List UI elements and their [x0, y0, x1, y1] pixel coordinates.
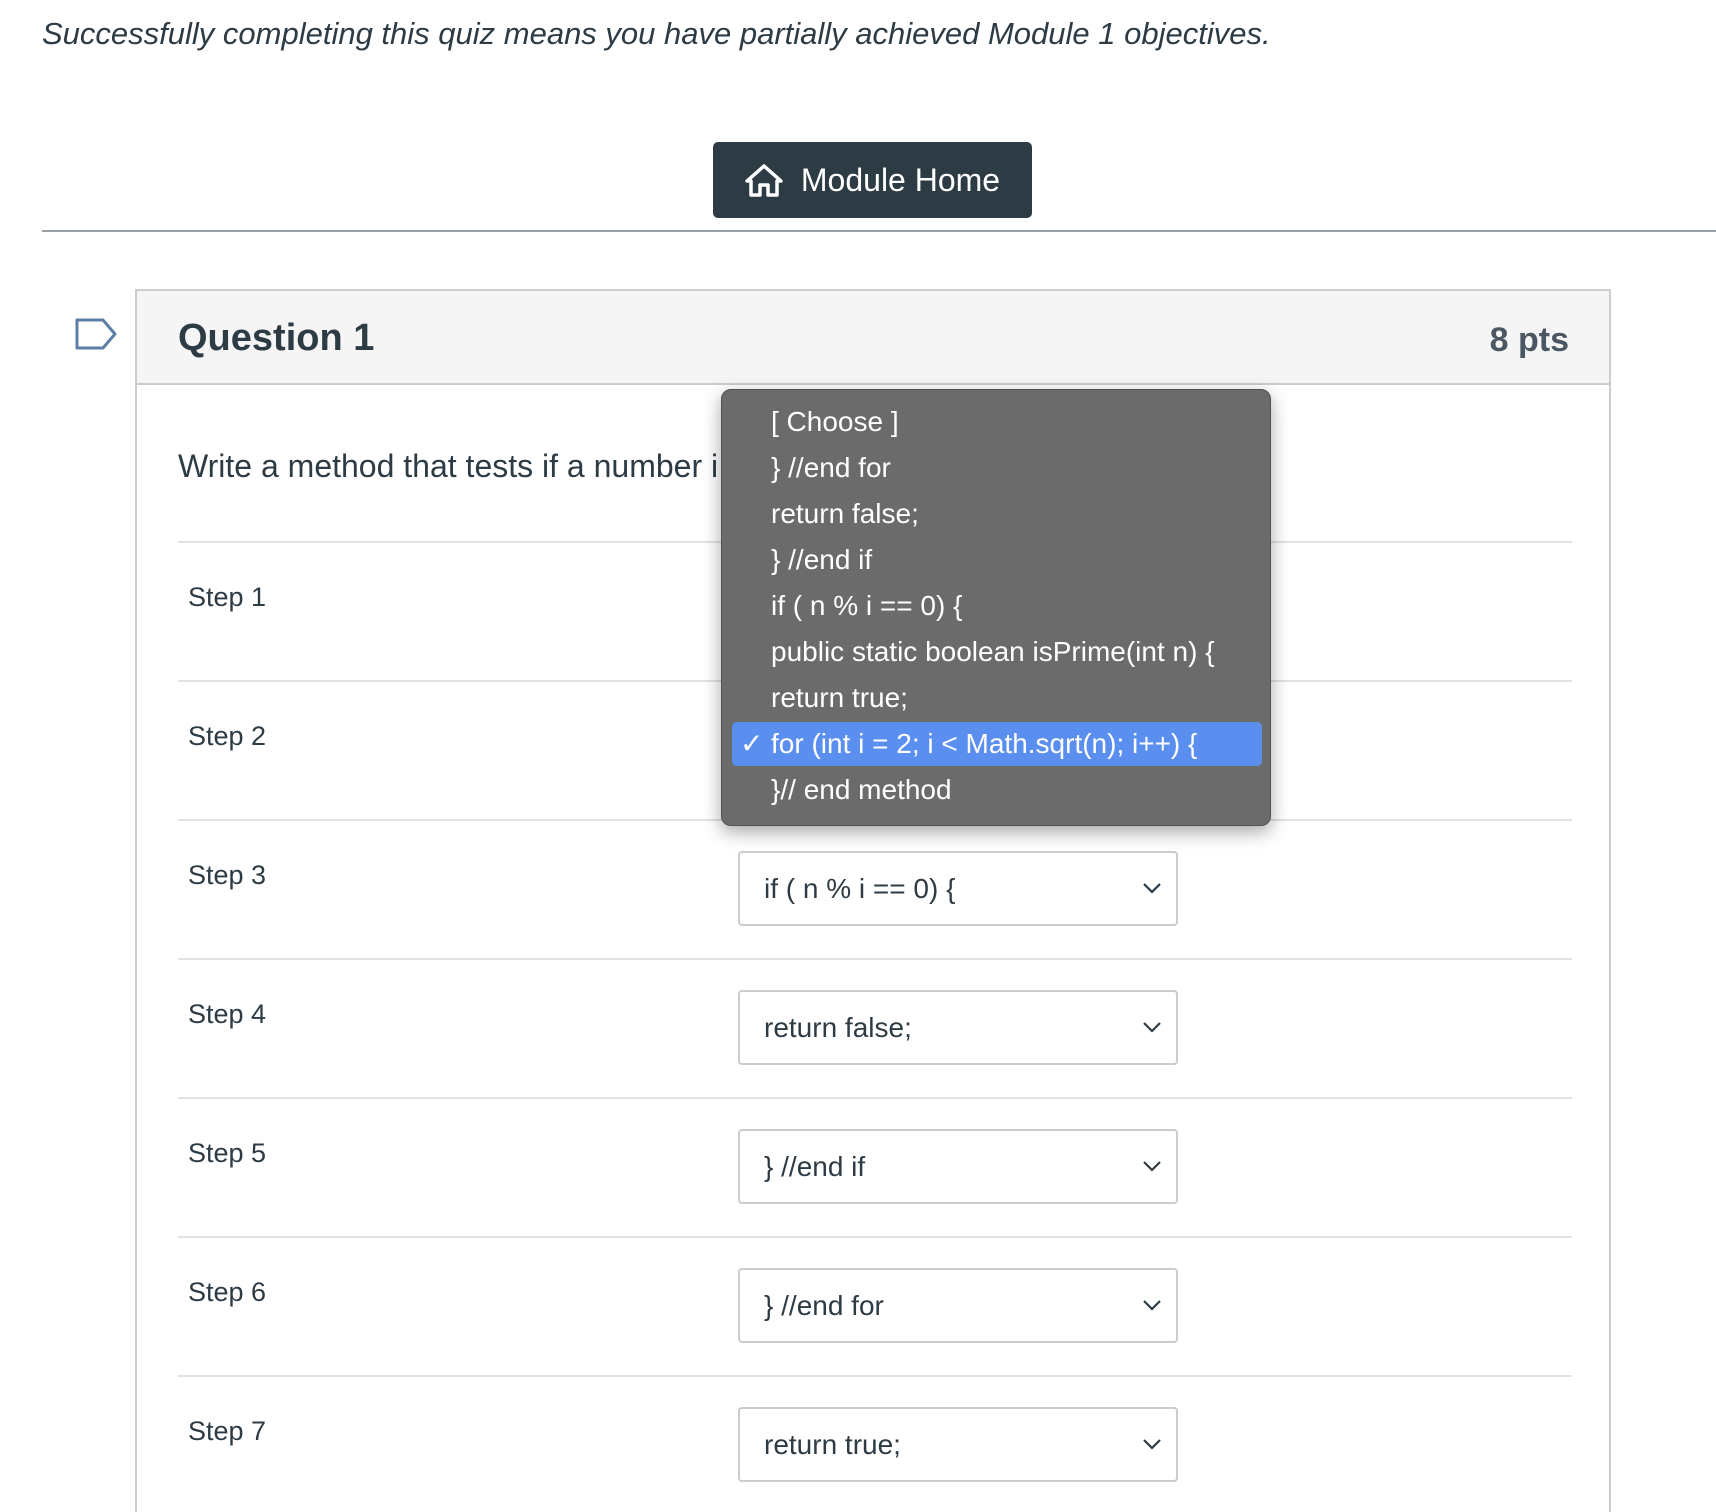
- chevron-down-icon: [1143, 883, 1161, 894]
- flag-question-icon[interactable]: [75, 318, 117, 350]
- step-row: Step 5 } //end if: [178, 1097, 1572, 1235]
- chevron-down-icon: [1143, 1300, 1161, 1311]
- question-points: 8 pts: [1489, 321, 1569, 359]
- select-value: } //end if: [764, 1151, 866, 1182]
- step-row: Step 4 return false;: [178, 958, 1572, 1096]
- select-value: } //end for: [764, 1290, 884, 1321]
- step-row: Step 3 if ( n % i == 0) {: [178, 819, 1572, 957]
- quiz-page: Successfully completing this quiz means …: [0, 0, 1716, 1512]
- step-label: Step 1: [188, 582, 267, 612]
- chevron-down-icon: [1143, 1022, 1161, 1033]
- step-5-select[interactable]: } //end if: [738, 1129, 1178, 1204]
- chevron-down-icon: [1143, 1161, 1161, 1172]
- step-7-select[interactable]: return true;: [738, 1407, 1178, 1482]
- step-6-select[interactable]: } //end for: [738, 1268, 1178, 1343]
- step-4-select[interactable]: return false;: [738, 990, 1178, 1065]
- module-home-label: Module Home: [800, 161, 1001, 198]
- question-title: Question 1: [178, 317, 375, 359]
- dropdown-option-label: for (int i = 2; i < Math.sqrt(n); i++) {: [771, 728, 1198, 759]
- module-home-button[interactable]: Module Home: [713, 142, 1032, 218]
- dropdown-option[interactable]: return false;: [732, 492, 1262, 536]
- home-icon: [745, 163, 783, 197]
- step-label: Step 7: [188, 1416, 267, 1446]
- step-label: Step 3: [188, 860, 267, 890]
- step-select-dropdown-menu: [ Choose ] } //end for return false; } /…: [721, 389, 1271, 826]
- dropdown-option[interactable]: [ Choose ]: [732, 400, 1262, 444]
- step-3-select[interactable]: if ( n % i == 0) {: [738, 851, 1178, 926]
- question-prompt: Write a method that tests if a number i: [178, 448, 719, 484]
- dropdown-option[interactable]: return true;: [732, 676, 1262, 720]
- dropdown-option[interactable]: if ( n % i == 0) {: [732, 584, 1262, 628]
- question-header: Question 1 8 pts: [137, 291, 1609, 385]
- step-label: Step 6: [188, 1277, 267, 1307]
- checkmark-icon: ✓: [740, 728, 764, 759]
- step-label: Step 2: [188, 721, 267, 751]
- step-row: Step 7 return true;: [178, 1375, 1572, 1512]
- select-value: return true;: [764, 1429, 901, 1460]
- divider: [42, 230, 1716, 232]
- select-value: if ( n % i == 0) {: [764, 873, 956, 904]
- chevron-down-icon: [1143, 1439, 1161, 1450]
- intro-text: Successfully completing this quiz means …: [42, 16, 1271, 51]
- dropdown-option[interactable]: } //end for: [732, 446, 1262, 490]
- step-label: Step 4: [188, 999, 267, 1029]
- dropdown-option[interactable]: } //end if: [732, 538, 1262, 582]
- dropdown-option-selected[interactable]: ✓ for (int i = 2; i < Math.sqrt(n); i++)…: [732, 722, 1262, 766]
- dropdown-option[interactable]: }// end method: [732, 768, 1262, 812]
- select-value: return false;: [764, 1012, 912, 1043]
- dropdown-option[interactable]: public static boolean isPrime(int n) {: [732, 630, 1262, 674]
- step-label: Step 5: [188, 1138, 267, 1168]
- step-row: Step 6 } //end for: [178, 1236, 1572, 1374]
